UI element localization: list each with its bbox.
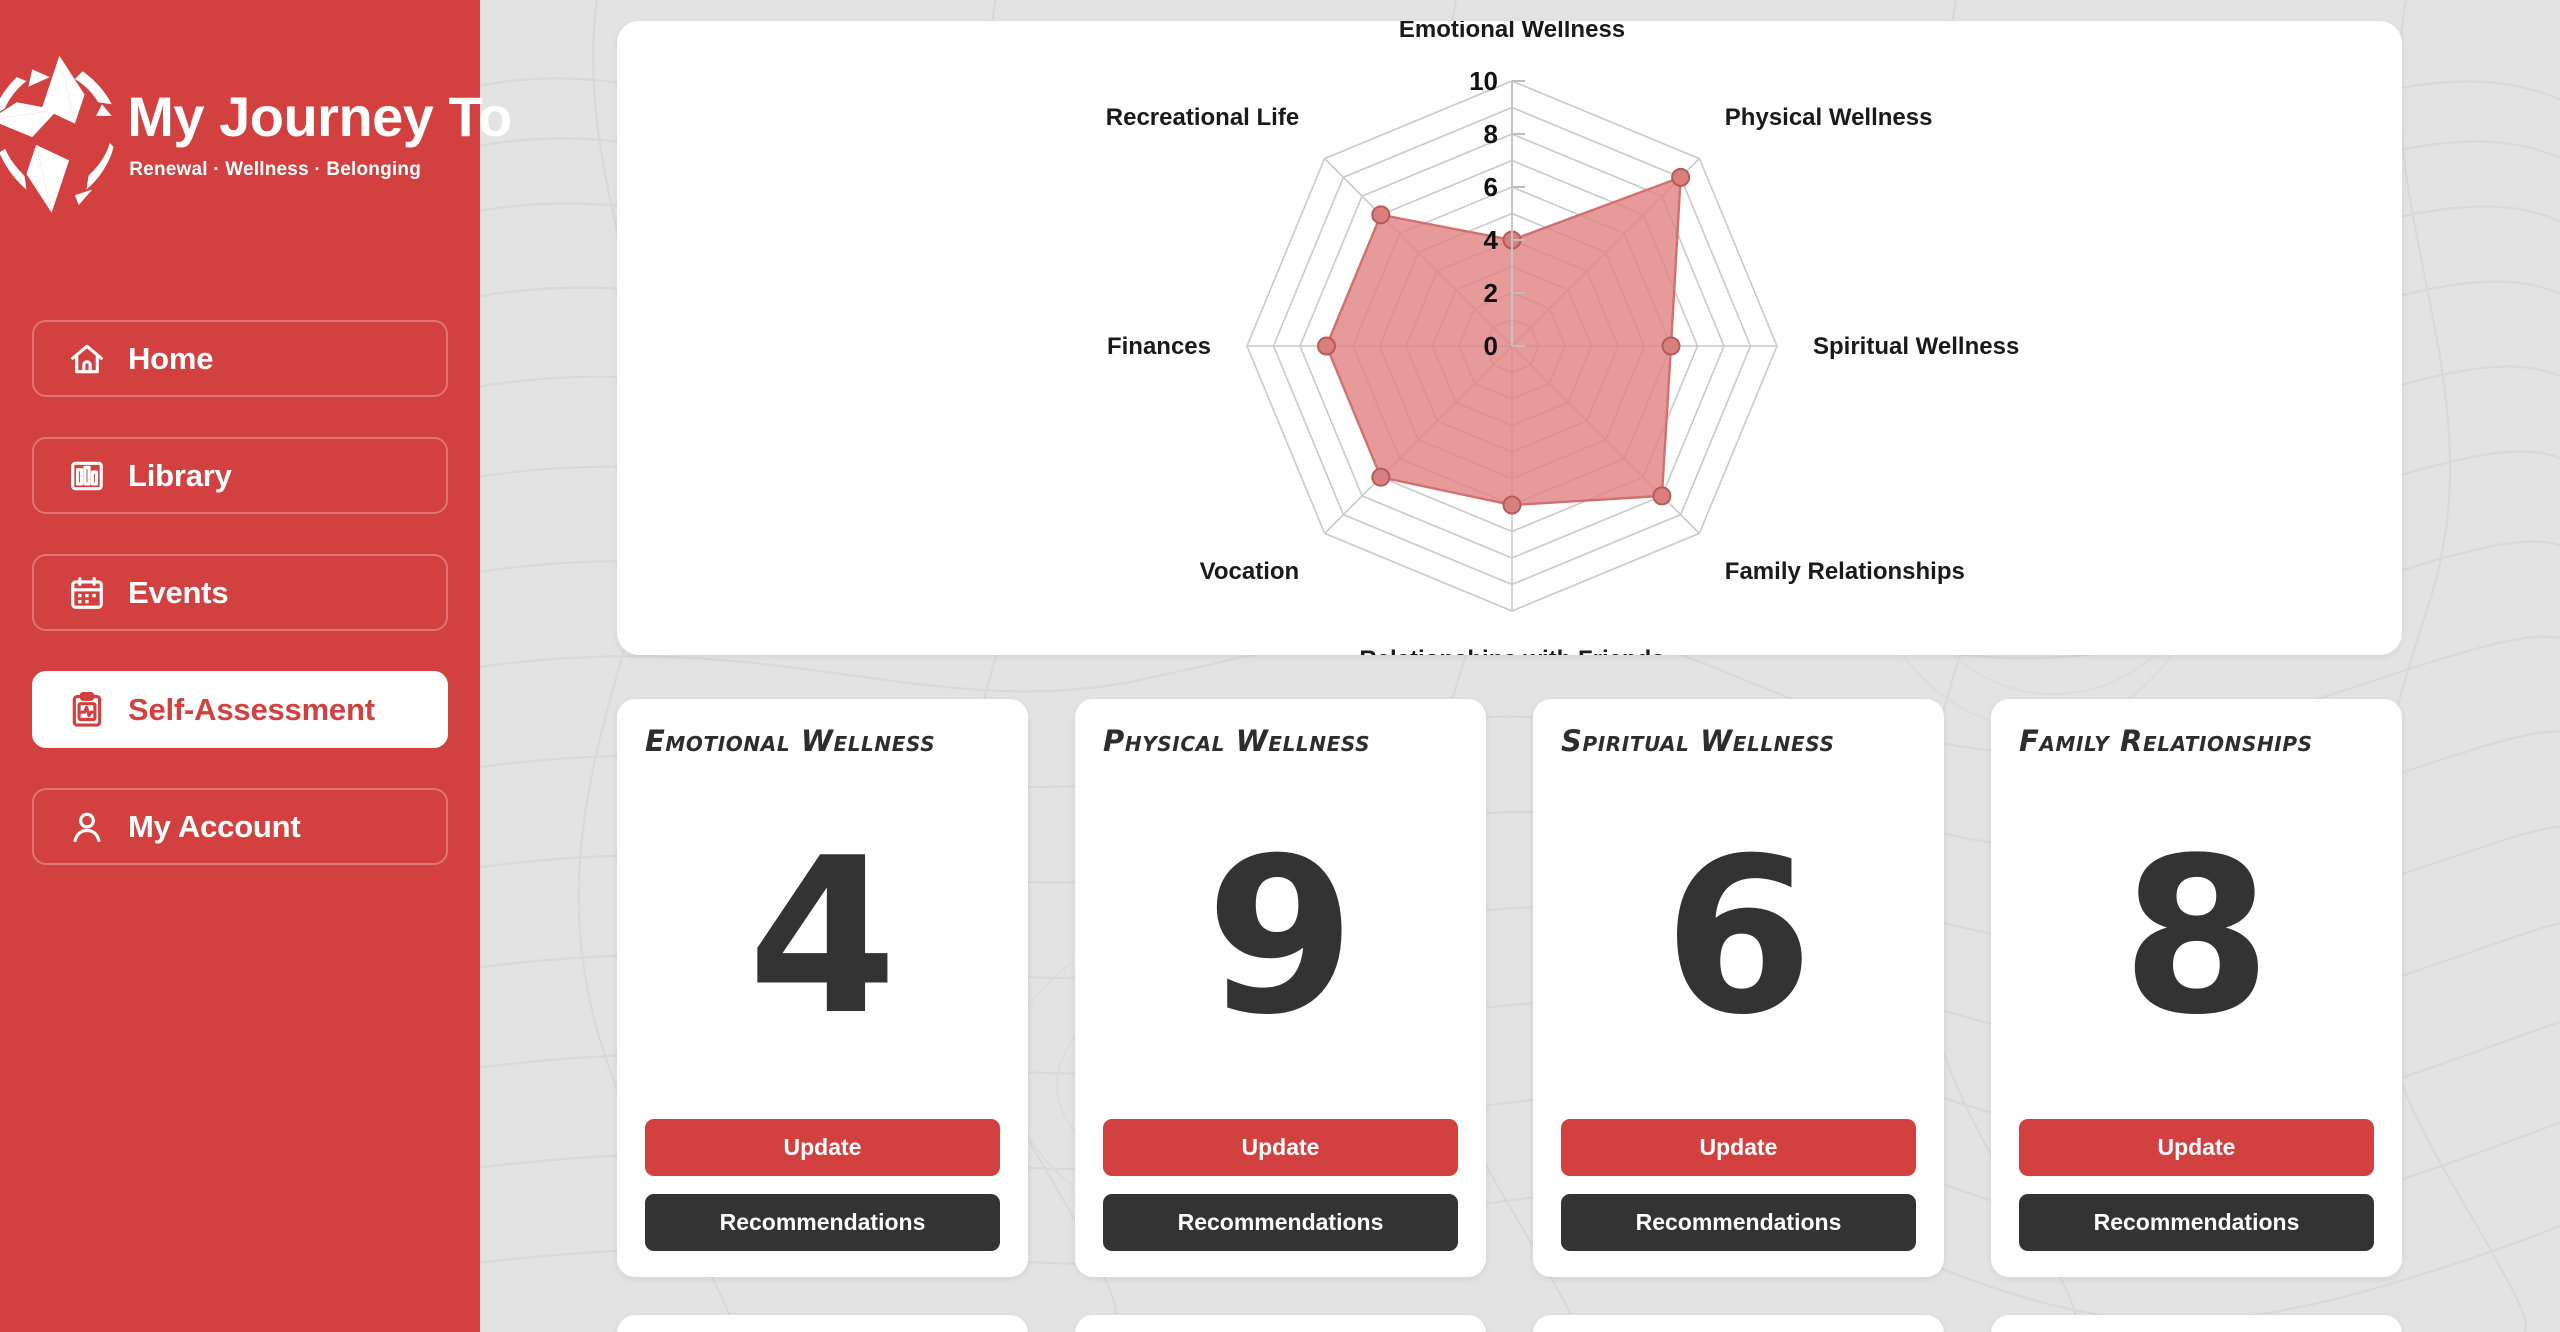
sidebar-item-events[interactable]: Events <box>32 554 448 631</box>
clipboard-pulse-icon <box>66 689 108 731</box>
radar-tick-label: 4 <box>1484 225 1499 255</box>
radar-axis-label: Recreational Life <box>1106 104 1299 131</box>
sidebar-item-label: Events <box>128 574 229 610</box>
radar-chart-panel: 0 2 4 6 8 10 Emotional Wellness Physical Wellne… <box>617 21 2402 655</box>
radar-axis-label: Emotional Wellness <box>1399 21 1625 43</box>
assessment-card: Vocation7UpdateRecommendations <box>1075 1315 1486 1332</box>
assessment-card: Spiritual Wellness 6 Update Recommendations <box>1533 699 1944 1277</box>
radar-tick-label: 10 <box>1469 66 1498 96</box>
app-root: My Journey To Renewal · Wellness · Belon… <box>0 0 2560 1332</box>
update-button[interactable]: Update <box>2019 1119 2374 1176</box>
sidebar-item-my-account[interactable]: My Account <box>32 788 448 865</box>
sidebar-item-library[interactable]: Library <box>32 437 448 514</box>
brand-logo[interactable]: My Journey To Renewal · Wellness · Belon… <box>0 30 512 240</box>
update-button[interactable]: Update <box>645 1119 1000 1176</box>
radar-axis-label: Vocation <box>1200 558 1300 585</box>
sidebar-item-self-assessment[interactable]: Self-Assessment <box>32 671 448 748</box>
calendar-icon <box>66 572 108 614</box>
radar-tick-label: 8 <box>1484 119 1498 149</box>
radar-axis-label: Family Relationships <box>1725 558 1965 585</box>
user-icon <box>66 806 108 848</box>
recommendations-button[interactable]: Recommendations <box>1103 1194 1458 1251</box>
card-score-value: 4 <box>747 810 898 1062</box>
sidebar: My Journey To Renewal · Wellness · Belon… <box>0 0 512 1332</box>
assessment-cards-grid: Emotional Wellness 4 Update Recommendations… <box>617 699 2402 1332</box>
assessment-card: Family Relationships 8 Update Recommendatio… <box>1991 699 2402 1277</box>
sidebar-nav: Home Library Events Self-Assessment My A… <box>0 320 480 865</box>
compass-star-logo-icon <box>0 48 133 223</box>
brand-tagline: Renewal · Wellness · Belonging <box>129 159 422 180</box>
radar-axis-label: Physical Wellness <box>1725 104 1933 131</box>
radar-axis-label: Relationships with Friends <box>1359 646 1664 655</box>
update-button[interactable]: Update <box>1103 1119 1458 1176</box>
home-icon <box>66 338 108 380</box>
sidebar-item-label: Library <box>128 457 232 493</box>
card-score-value: 6 <box>1663 810 1814 1062</box>
radar-tick-label: 2 <box>1484 278 1498 308</box>
brand-title: My Journey To <box>127 85 512 148</box>
radar-axis-label: Finances <box>1107 333 1211 360</box>
radar-tick-label: 6 <box>1484 172 1498 202</box>
radar-axis-label: Spiritual Wellness <box>1813 333 2019 360</box>
assessment-card: Relationships with Friends6UpdateRecomme… <box>617 1315 1028 1332</box>
sidebar-item-label: My Account <box>128 808 301 844</box>
assessment-card: Recreational Life7UpdateRecommendations <box>1991 1315 2402 1332</box>
card-score-value: 9 <box>1205 810 1356 1062</box>
assessment-card: Physical Wellness 9 Update Recommendations <box>1075 699 1486 1277</box>
recommendations-button[interactable]: Recommendations <box>1561 1194 1916 1251</box>
card-score-value: 8 <box>2121 810 2272 1062</box>
assessment-card: Finances7UpdateRecommendations <box>1533 1315 1944 1332</box>
sidebar-item-label: Home <box>128 340 214 376</box>
recommendations-button[interactable]: Recommendations <box>2019 1194 2374 1251</box>
sidebar-item-label: Self-Assessment <box>128 691 375 727</box>
assessment-card: Emotional Wellness 4 Update Recommendations <box>617 699 1028 1277</box>
library-icon <box>66 455 108 497</box>
radar-tick-label: 0 <box>1484 331 1498 361</box>
sidebar-item-home[interactable]: Home <box>32 320 448 397</box>
recommendations-button[interactable]: Recommendations <box>645 1194 1000 1251</box>
radar-chart[interactable]: 0 2 4 6 8 10 Emotional Wellness Physical Wellne… <box>617 21 2402 655</box>
main-content: 0 2 4 6 8 10 Emotional Wellness Physical Wellne… <box>480 0 2560 1332</box>
update-button[interactable]: Update <box>1561 1119 1916 1176</box>
